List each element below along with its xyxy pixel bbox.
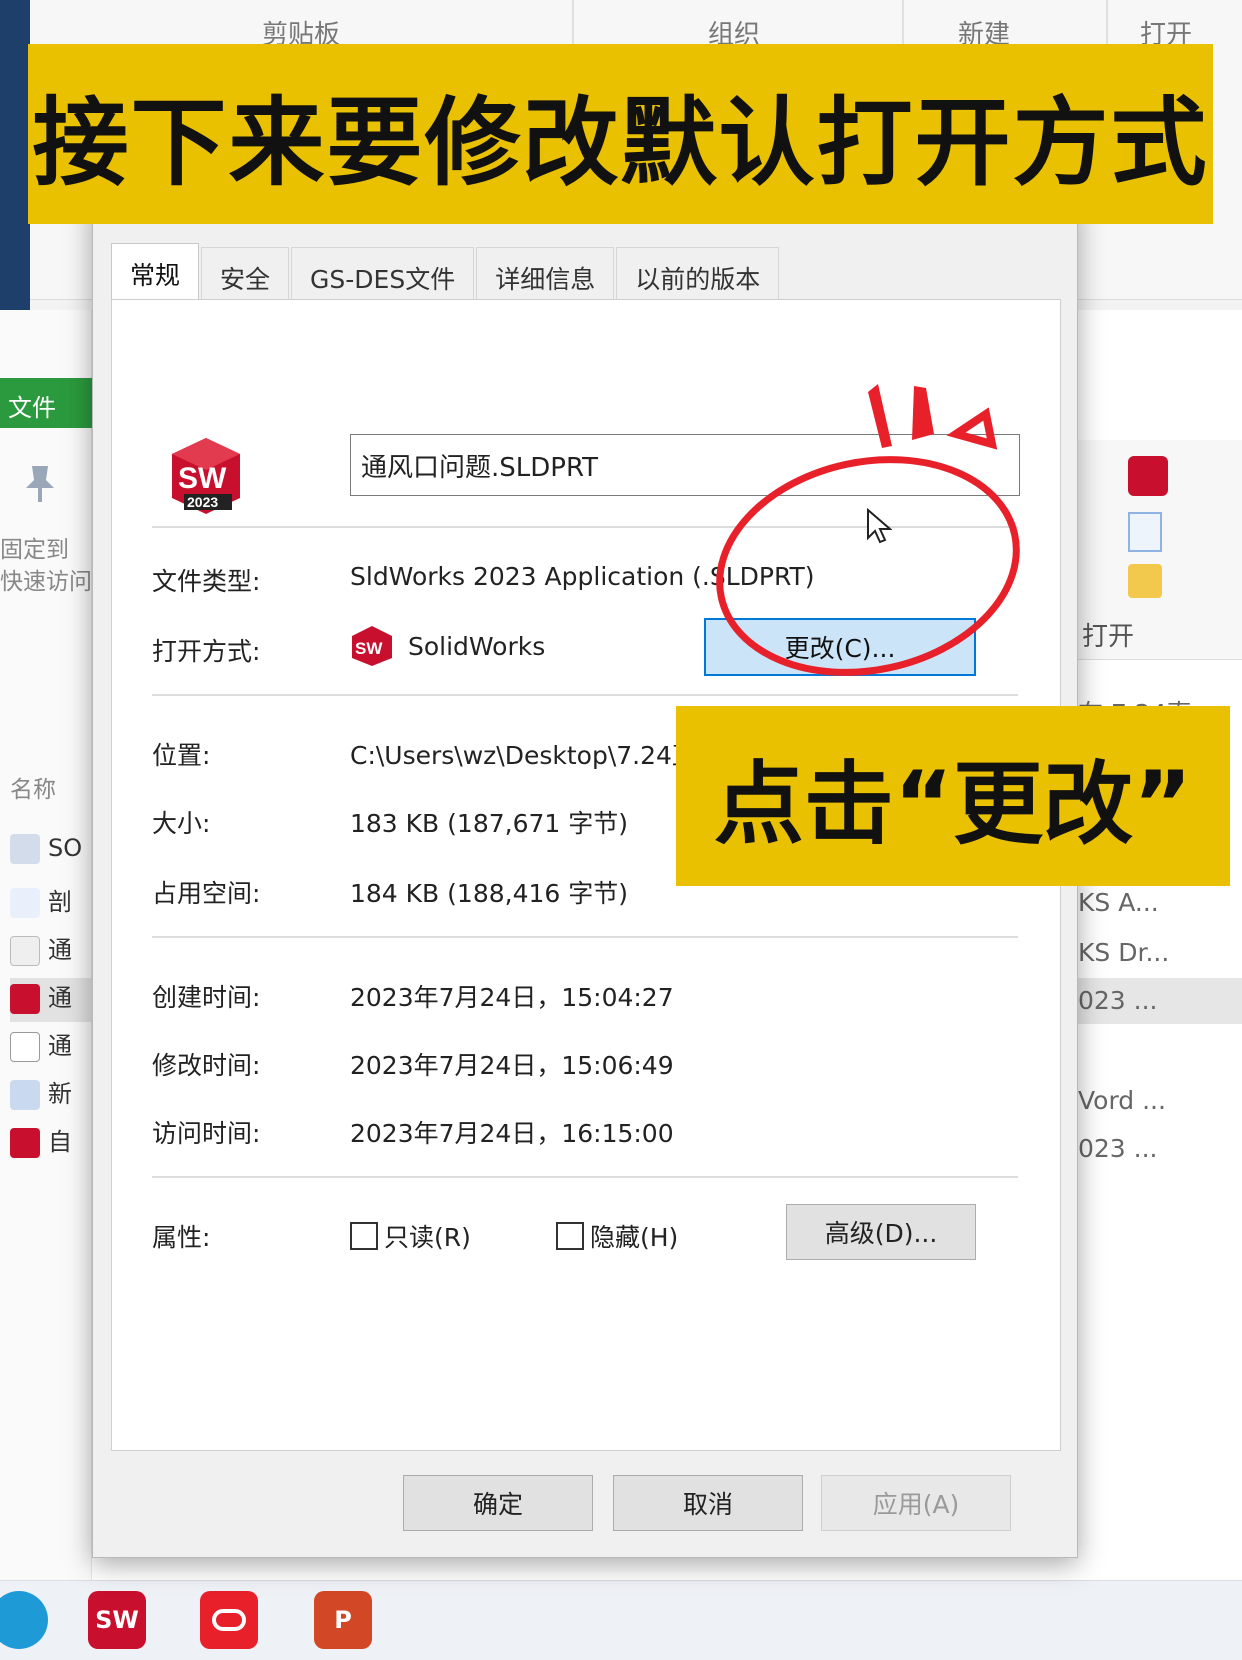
mid-caption: 点击“更改” [713, 752, 1193, 857]
accessed-label: 访问时间: [152, 1119, 261, 1148]
file-type-label: 文件类型: [152, 567, 261, 596]
location-value: C:\Users\wz\Desktop\7.24直播 [350, 741, 722, 770]
solidworks-file-icon [10, 1128, 40, 1158]
app-taskbar-icon[interactable] [200, 1591, 258, 1649]
tab-bar: 常规 安全 GS-DES文件 详细信息 以前的版本 [111, 243, 781, 303]
top-caption-banner: 接下来要修改默认打开方式 [28, 44, 1213, 224]
solidworks-file-icon [10, 984, 40, 1014]
list-item-type: 023 ... [1078, 1134, 1158, 1163]
powerpoint-icon[interactable]: P [314, 1591, 372, 1649]
ribbon-open-label: 打开 [1082, 622, 1135, 652]
tab-gs-des[interactable]: GS-DES文件 [291, 247, 475, 301]
file-icon [10, 1080, 40, 1110]
tab-security[interactable]: 安全 [201, 247, 290, 301]
svg-text:SW: SW [355, 639, 383, 658]
open-with-label: 打开方式: [152, 637, 261, 666]
size-value: 183 KB (187,671 字节) [350, 809, 628, 838]
file-icon [10, 936, 40, 966]
list-item[interactable]: 通 [10, 1026, 92, 1070]
edit-icon[interactable] [1128, 512, 1162, 552]
location-label: 位置: [152, 741, 211, 770]
list-item[interactable]: 自 [10, 1122, 92, 1166]
list-item-type: KS Dr... [1078, 938, 1170, 967]
tab-details[interactable]: 详细信息 [476, 247, 615, 301]
hidden-label: 隐藏(H) [590, 1223, 679, 1252]
solidworks-file-icon: SW 2023 [172, 438, 240, 514]
list-item[interactable]: SO [10, 834, 92, 878]
svg-text:SW: SW [178, 462, 227, 495]
file-icon [10, 888, 40, 918]
file-icon [10, 1032, 40, 1062]
size-label: 大小: [152, 809, 211, 838]
file-tab[interactable]: 文件 [0, 378, 92, 428]
history-icon[interactable] [1128, 564, 1162, 598]
ok-button[interactable]: 确定 [403, 1475, 593, 1531]
ring-icon [212, 1609, 246, 1631]
svg-text:2023: 2023 [187, 494, 218, 510]
pin-label: 固定到 [0, 537, 69, 563]
desktop-strip [0, 0, 30, 310]
edge-icon[interactable] [0, 1591, 48, 1649]
annotation-circle [716, 384, 1020, 676]
pin-icon[interactable] [18, 462, 62, 506]
apply-button[interactable]: 应用(A) [821, 1475, 1011, 1531]
hidden-checkbox[interactable]: 隐藏(H) [556, 1218, 678, 1254]
disk-size-value: 184 KB (188,416 字节) [350, 879, 628, 908]
list-item-type: 023 ... [1078, 978, 1242, 1024]
created-value: 2023年7月24日，15:04:27 [350, 983, 674, 1012]
open-with-value: SolidWorks [408, 632, 546, 661]
tab-general[interactable]: 常规 [111, 243, 200, 303]
list-item[interactable]: 剖 [10, 882, 92, 926]
attributes-label: 属性: [152, 1223, 211, 1252]
divider [152, 936, 1018, 938]
name-column-header[interactable]: 名称 [10, 770, 102, 804]
readonly-label: 只读(R) [384, 1223, 471, 1252]
modified-label: 修改时间: [152, 1051, 261, 1080]
readonly-checkbox[interactable]: 只读(R) [350, 1218, 471, 1254]
taskbar: SW P [0, 1580, 1242, 1660]
list-item-type: KS A... [1078, 888, 1159, 917]
list-item[interactable]: 通 [10, 978, 92, 1022]
list-item-type: Vord ... [1078, 1086, 1166, 1115]
advanced-button[interactable]: 高级(D)... [786, 1204, 976, 1260]
created-label: 创建时间: [152, 983, 261, 1012]
tab-previous-versions[interactable]: 以前的版本 [616, 247, 780, 301]
list-item[interactable]: 通 [10, 930, 92, 974]
ribbon-open-group: 打开 [1078, 440, 1242, 660]
quick-access-label: 快速访问 [0, 569, 92, 595]
checkbox-box[interactable] [350, 1222, 378, 1250]
solidworks-icon[interactable] [1128, 456, 1168, 496]
divider [152, 694, 1018, 696]
cancel-button[interactable]: 取消 [613, 1475, 803, 1531]
modified-value: 2023年7月24日，15:06:49 [350, 1051, 674, 1080]
checkbox-box[interactable] [556, 1222, 584, 1250]
accessed-value: 2023年7月24日，16:15:00 [350, 1119, 674, 1148]
list-item[interactable]: 新 [10, 1074, 92, 1118]
top-caption: 接下来要修改默认打开方式 [32, 86, 1209, 199]
divider [152, 1176, 1018, 1178]
mid-caption-banner: 点击“更改” [676, 706, 1230, 886]
solidworks-app-icon: SW [352, 626, 392, 666]
solidworks-taskbar-icon[interactable]: SW [88, 1591, 146, 1649]
disk-size-label: 占用空间: [152, 879, 261, 908]
file-icon [10, 834, 40, 864]
